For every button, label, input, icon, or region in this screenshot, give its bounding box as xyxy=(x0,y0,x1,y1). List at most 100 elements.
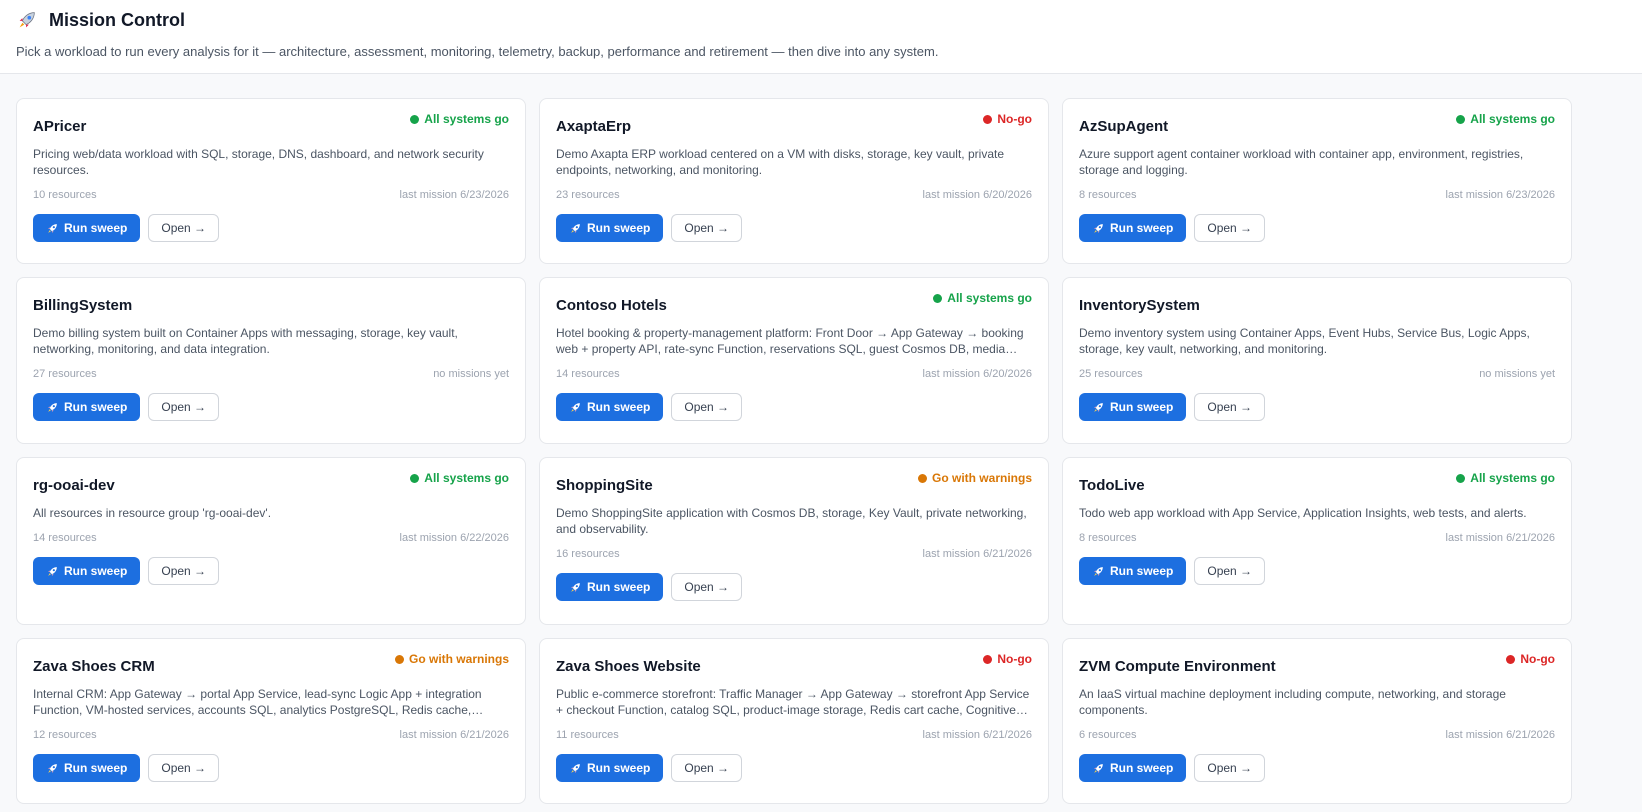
last-mission: last mission 6/22/2026 xyxy=(399,532,509,544)
resource-count: 16 resources xyxy=(556,548,620,560)
rocket-icon xyxy=(46,222,59,235)
last-mission: last mission 6/21/2026 xyxy=(1445,729,1555,741)
run-sweep-button[interactable]: Run sweep xyxy=(33,393,141,421)
run-sweep-button[interactable]: Run sweep xyxy=(556,214,664,242)
workload-name: rg-ooai-dev xyxy=(33,477,115,494)
last-mission: last mission 6/23/2026 xyxy=(399,189,509,201)
status-badge: No-go xyxy=(1506,652,1555,666)
status-text: No-go xyxy=(997,652,1032,666)
open-button[interactable]: Open → xyxy=(1194,214,1266,242)
status-badge: All systems go xyxy=(410,112,509,126)
workload-name: TodoLive xyxy=(1079,477,1145,494)
status-dot-icon xyxy=(933,293,943,303)
last-mission: last mission 6/23/2026 xyxy=(1445,189,1555,201)
workload-name: Zava Shoes Website xyxy=(556,658,701,675)
rocket-icon xyxy=(46,762,59,775)
open-button[interactable]: Open → xyxy=(671,754,743,782)
workload-description: Public e-commerce storefront: Traffic Ma… xyxy=(556,687,1030,717)
run-sweep-button[interactable]: Run sweep xyxy=(1079,214,1187,242)
status-text: All systems go xyxy=(1470,112,1555,126)
status-text: All systems go xyxy=(947,291,1032,305)
rocket-icon xyxy=(569,581,582,594)
card-actions: Run sweep Open → xyxy=(556,573,1032,601)
open-button[interactable]: Open → xyxy=(148,393,220,421)
status-text: All systems go xyxy=(1470,471,1555,485)
workload-card: AzSupAgent All systems go Azure support … xyxy=(1062,98,1572,264)
status-text: Go with warnings xyxy=(408,652,509,666)
run-sweep-label: Run sweep xyxy=(64,761,128,775)
open-button[interactable]: Open → xyxy=(671,214,743,242)
run-sweep-label: Run sweep xyxy=(587,580,651,594)
run-sweep-button[interactable]: Run sweep xyxy=(33,214,141,242)
open-button[interactable]: Open → xyxy=(1194,754,1266,782)
resource-count: 11 resources xyxy=(556,729,619,741)
rocket-icon xyxy=(1092,565,1105,578)
run-sweep-button[interactable]: Run sweep xyxy=(556,573,664,601)
open-button[interactable]: Open → xyxy=(148,557,220,585)
card-meta: 27 resources no missions yet xyxy=(33,368,509,380)
last-mission: last mission 6/20/2026 xyxy=(922,189,1032,201)
rocket-icon xyxy=(569,222,582,235)
resource-count: 8 resources xyxy=(1079,189,1137,201)
card-header: rg-ooai-dev All systems go xyxy=(33,471,509,495)
rocket-icon xyxy=(1092,222,1105,235)
workload-card: ShoppingSite Go with warnings Demo Shopp… xyxy=(539,457,1049,625)
card-meta: 14 resources last mission 6/22/2026 xyxy=(33,532,509,544)
status-dot-icon xyxy=(410,114,420,124)
rocket-icon xyxy=(1092,762,1105,775)
open-button[interactable]: Open → xyxy=(1194,557,1266,585)
open-button[interactable]: Open → xyxy=(148,214,220,242)
card-meta: 8 resources last mission 6/21/2026 xyxy=(1079,532,1555,544)
card-meta: 23 resources last mission 6/20/2026 xyxy=(556,189,1032,201)
page-subtitle: Pick a workload to run every analysis fo… xyxy=(16,44,939,59)
resource-count: 25 resources xyxy=(1079,368,1143,380)
run-sweep-label: Run sweep xyxy=(1110,564,1174,578)
rocket-icon xyxy=(569,762,582,775)
status-text: No-go xyxy=(1520,652,1555,666)
card-header: ZVM Compute Environment No-go xyxy=(1079,652,1555,676)
run-sweep-button[interactable]: Run sweep xyxy=(1079,557,1187,585)
open-button[interactable]: Open → xyxy=(671,573,743,601)
workload-card: BillingSystem Demo billing system built … xyxy=(16,277,526,444)
rocket-icon xyxy=(46,401,59,414)
run-sweep-button[interactable]: Run sweep xyxy=(1079,754,1187,782)
last-mission: last mission 6/20/2026 xyxy=(922,368,1032,380)
card-header: Zava Shoes Website No-go xyxy=(556,652,1032,676)
run-sweep-label: Run sweep xyxy=(1110,400,1174,414)
open-button[interactable]: Open → xyxy=(148,754,220,782)
workload-description: Hotel booking & property-management plat… xyxy=(556,326,1024,356)
open-button[interactable]: Open → xyxy=(1194,393,1266,421)
page-title: Mission Control xyxy=(49,9,185,30)
card-meta: 8 resources last mission 6/23/2026 xyxy=(1079,189,1555,201)
status-dot-icon xyxy=(983,114,993,124)
status-dot-icon xyxy=(394,654,404,664)
rocket-icon xyxy=(1092,401,1105,414)
run-sweep-button[interactable]: Run sweep xyxy=(556,393,664,421)
card-header: AzSupAgent All systems go xyxy=(1079,112,1555,136)
workload-name: AxaptaErp xyxy=(556,118,632,135)
run-sweep-label: Run sweep xyxy=(64,221,128,235)
workload-name: Zava Shoes CRM xyxy=(33,658,155,675)
resource-count: 23 resources xyxy=(556,189,620,201)
open-button[interactable]: Open → xyxy=(671,393,743,421)
run-sweep-button[interactable]: Run sweep xyxy=(33,557,141,585)
card-actions: Run sweep Open → xyxy=(33,754,509,782)
workload-card: TodoLive All systems go Todo web app wor… xyxy=(1062,457,1572,625)
workload-card: Contoso Hotels All systems go Hotel book… xyxy=(539,277,1049,444)
status-badge: All systems go xyxy=(1456,471,1555,485)
workload-name: ShoppingSite xyxy=(556,477,653,494)
workload-card: Zava Shoes Website No-go Public e-commer… xyxy=(539,638,1049,804)
workload-card: InventorySystem Demo inventory system us… xyxy=(1062,277,1572,444)
rocket-icon xyxy=(46,565,59,578)
run-sweep-button[interactable]: Run sweep xyxy=(1079,393,1187,421)
status-dot-icon xyxy=(1506,654,1516,664)
workload-description: Demo billing system built on Container A… xyxy=(33,326,458,356)
card-actions: Run sweep Open → xyxy=(556,393,1032,421)
resource-count: 12 resources xyxy=(33,729,97,741)
run-sweep-button[interactable]: Run sweep xyxy=(556,754,664,782)
workload-name: InventorySystem xyxy=(1079,297,1200,314)
card-meta: 10 resources last mission 6/23/2026 xyxy=(33,189,509,201)
card-header: Zava Shoes CRM Go with warnings xyxy=(33,652,509,676)
last-mission: last mission 6/21/2026 xyxy=(922,548,1032,560)
run-sweep-button[interactable]: Run sweep xyxy=(33,754,141,782)
